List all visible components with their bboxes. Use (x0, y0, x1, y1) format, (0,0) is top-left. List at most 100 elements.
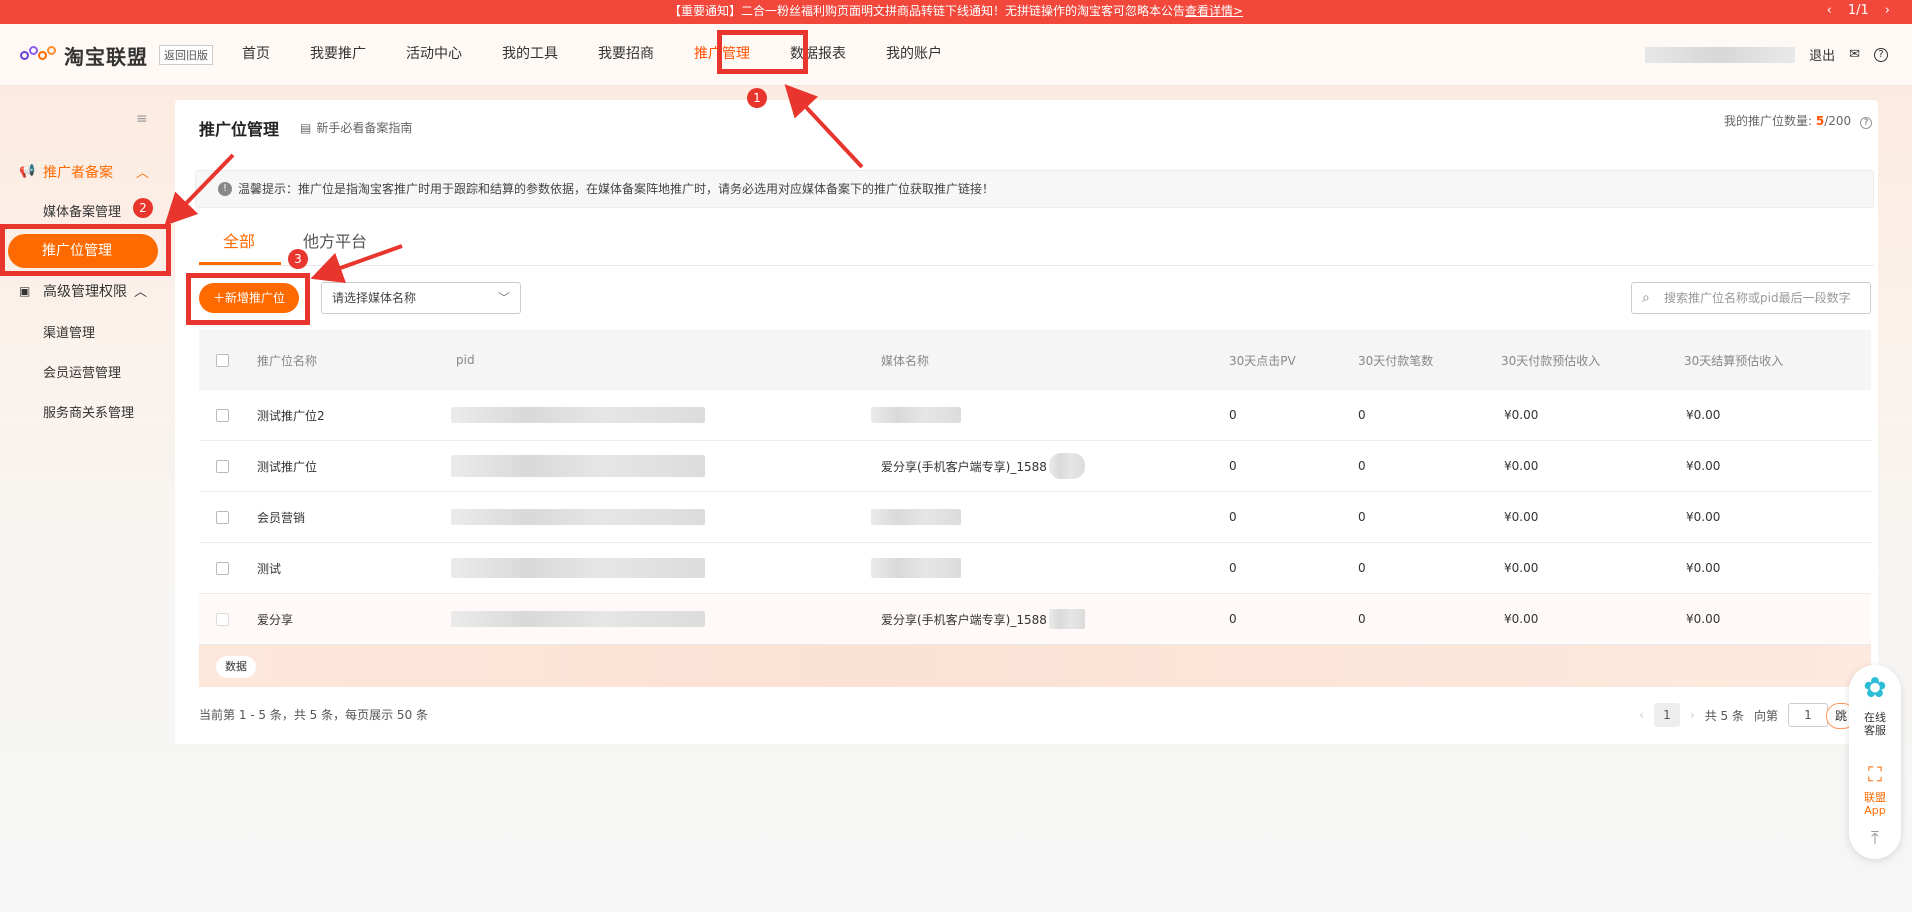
orders-value: 0 (1358, 408, 1366, 422)
doc-icon: ▤ (300, 120, 312, 135)
notice-page: 1/1 (1847, 3, 1869, 18)
logo[interactable]: 淘宝联盟 (20, 41, 148, 70)
col-pv[interactable]: 30天点击PV (1229, 330, 1296, 390)
adzone-name: 会员营销 (257, 510, 306, 525)
header-right: 退出 ✉ ? (1645, 24, 1912, 85)
media-blurred (871, 543, 961, 593)
settle-income-value: ¥0.00 (1686, 459, 1721, 473)
pagination-summary: 当前第 1 - 5 条，共 5 条，每页展示 50 条 (199, 708, 429, 722)
media-blurred (871, 390, 961, 440)
mail-icon[interactable]: ✉ (1849, 47, 1860, 62)
old-version-button[interactable]: 返回旧版 (159, 45, 213, 65)
notice-text: 【重要通知】二合一粉丝福利购页面明文拼商品转链下线通知！无拼链操作的淘宝客可忽略… (668, 4, 1185, 18)
nav-activity[interactable]: 活动中心 (386, 24, 482, 85)
guide-text: 新手必看备案指南 (316, 121, 413, 135)
help-icon[interactable]: ? (1874, 47, 1888, 62)
sidebar-item-media[interactable]: 媒体备案管理 (43, 201, 121, 220)
nav-tools[interactable]: 我的工具 (482, 24, 578, 85)
scan-icon[interactable]: ⛶ (1849, 763, 1901, 785)
user-name-blurred (1645, 46, 1796, 63)
col-settle-income[interactable]: 30天结算预估收入 (1684, 330, 1783, 390)
nav-recruit[interactable]: 我要招商 (578, 24, 674, 85)
nav-account[interactable]: 我的账户 (866, 24, 962, 85)
chevron-up-icon[interactable]: ︿ (136, 162, 149, 181)
media-name-text: 爱分享(手机客户端专享)_1588 (881, 459, 1047, 474)
help-icon[interactable]: ? (1860, 117, 1872, 129)
search-input[interactable]: ⌕ 搜索推广位名称或pid最后一段数字 (1631, 282, 1871, 314)
pid-blurred (451, 390, 705, 440)
sidebar-section-filing[interactable]: 推广者备案 (43, 162, 113, 182)
logout-link[interactable]: 退出 (1809, 45, 1835, 64)
data-chip[interactable]: 数据 (216, 656, 256, 678)
chevron-up-icon[interactable]: ︿ (134, 281, 147, 300)
media-select[interactable]: 请选择媒体名称 ﹀ (321, 282, 521, 314)
adzone-quota: 我的推广位数量: 5/200 ? (1724, 112, 1872, 129)
notice-prev-icon[interactable]: ‹ (1827, 0, 1832, 22)
pid-blurred (451, 441, 705, 491)
quota-used: 5 (1815, 114, 1825, 128)
back-to-top-icon[interactable]: ⤒ (1849, 829, 1901, 849)
notice-next-icon[interactable]: › (1885, 0, 1890, 22)
tabs: 全部 他方平台 (199, 220, 1874, 266)
tip-banner: ! 温馨提示：推广位是指淘宝客推广时用于跟踪和结算的参数依据，在媒体备案阵地推广… (195, 170, 1874, 208)
col-media: 媒体名称 (881, 353, 930, 368)
page-current[interactable]: 1 (1653, 703, 1680, 727)
chevron-down-icon: ﹀ (497, 291, 510, 305)
pid-blurred (451, 543, 705, 593)
settle-income-value: ¥0.00 (1686, 408, 1721, 422)
adzone-name: 测试 (257, 561, 282, 576)
row-checkbox[interactable] (216, 492, 229, 542)
media-blurred (871, 492, 961, 542)
row-checkbox[interactable] (216, 543, 229, 593)
pay-income-value: ¥0.00 (1504, 561, 1539, 575)
pid-blurred (451, 594, 705, 644)
col-pay-income[interactable]: 30天付款预估收入 (1501, 330, 1600, 390)
sidebar-item-member[interactable]: 会员运营管理 (43, 362, 121, 381)
orders-value: 0 (1358, 459, 1366, 473)
tab-other-platforms[interactable]: 他方平台 (303, 228, 367, 252)
info-icon: ! (218, 182, 232, 196)
page-title: 推广位管理 (199, 120, 280, 139)
notice-pager: ‹ 1/1 › (1827, 0, 1890, 22)
pay-income-value: ¥0.00 (1504, 408, 1539, 422)
table-header: 推广位名称 pid 媒体名称 30天点击PV 30天付款笔数 30天付款预估收入… (199, 330, 1871, 390)
notice-detail-link[interactable]: 查看详情> (1185, 4, 1243, 18)
table-row: 测试推广位 爱分享(手机客户端专享)_1588 0 0 ¥0.00 ¥0.00 (199, 441, 1871, 492)
next-page-icon[interactable]: › (1690, 708, 1695, 722)
sidebar-item-channel[interactable]: 渠道管理 (43, 322, 95, 341)
annotation-box-nav (717, 30, 808, 74)
quota-total: /200 (1824, 114, 1852, 128)
sidebar-item-service[interactable]: 服务商关系管理 (43, 402, 134, 421)
guide-link[interactable]: ▤ 新手必看备案指南 (300, 119, 412, 136)
row-checkbox[interactable] (216, 594, 229, 644)
select-all-checkbox[interactable] (216, 330, 229, 390)
col-orders[interactable]: 30天付款笔数 (1358, 330, 1433, 390)
sidebar-section-advanced[interactable]: 高级管理权限 (43, 281, 127, 301)
nav-home[interactable]: 首页 (222, 24, 290, 85)
orders-value: 0 (1358, 510, 1366, 524)
page-input[interactable]: 1 (1787, 703, 1828, 727)
prev-page-icon[interactable]: ‹ (1639, 708, 1644, 722)
logo-text: 淘宝联盟 (64, 45, 148, 69)
quota-label: 我的推广位数量: (1723, 114, 1813, 128)
admin-icon: ▣ (19, 284, 31, 298)
mascot-icon[interactable]: ✿ (1849, 671, 1901, 705)
media-name-text: 爱分享(手机客户端专享)_1588 (881, 612, 1047, 627)
search-placeholder: 搜索推广位名称或pid最后一段数字 (1664, 291, 1851, 305)
pv-value: 0 (1229, 561, 1237, 575)
annotation-box-sidebar (0, 224, 171, 276)
tab-all[interactable]: 全部 (223, 228, 255, 252)
orders-value: 0 (1358, 561, 1366, 575)
goto-label: 向第 (1753, 708, 1778, 723)
sidebar-collapse-icon[interactable]: ≡ (136, 111, 148, 127)
row-checkbox[interactable] (216, 441, 229, 491)
col-pid: pid (456, 353, 475, 367)
app-label[interactable]: 联盟App (1860, 791, 1890, 817)
pv-value: 0 (1229, 459, 1237, 473)
nav-promote[interactable]: 我要推广 (290, 24, 386, 85)
online-service-label[interactable]: 在线客服 (1860, 711, 1890, 737)
annotation-box-add (186, 273, 310, 325)
adzone-name: 测试推广位2 (257, 408, 325, 423)
table-row: 测试 0 0 ¥0.00 ¥0.00 (199, 543, 1871, 594)
row-checkbox[interactable] (216, 390, 229, 440)
